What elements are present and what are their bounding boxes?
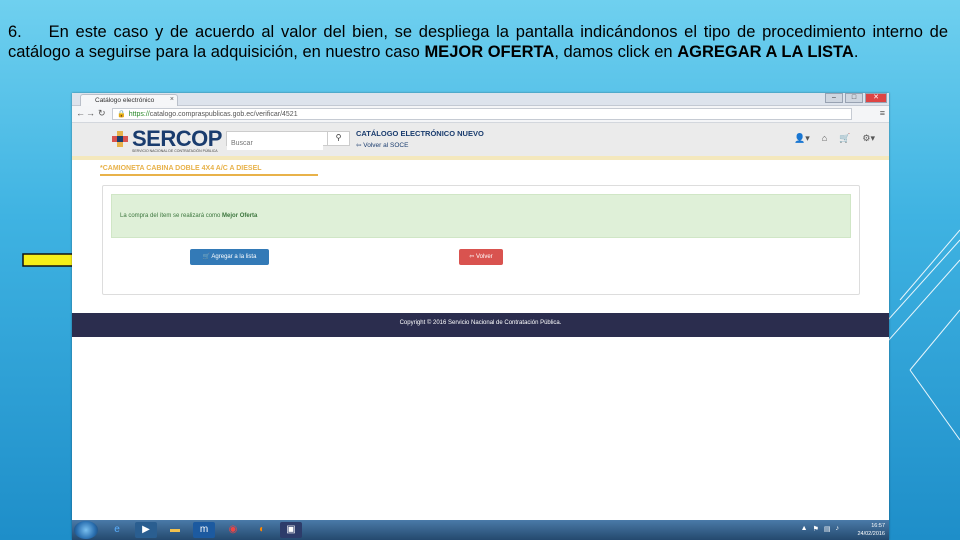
firefox-icon[interactable]: ◐ [251,522,273,538]
main-content: *CAMIONETA CABINA DOBLE 4X4 A/C A DIESEL… [72,161,889,313]
user-icon[interactable]: 👤▾ [794,133,810,144]
step-number: 6. [8,23,22,41]
alert-procedure-type: Mejor Oferta [222,213,258,219]
browser-menu-icon[interactable]: ≡ [880,108,885,118]
app-icon[interactable]: m [193,522,215,538]
internet-explorer-icon[interactable]: e [106,522,128,538]
page-blank-area [72,337,889,520]
presentation-icon[interactable]: ▣ [280,522,302,538]
browser-screenshot: Catálogo electrónico × – □ ✕ ← → ↻ 🔒 http… [72,93,889,540]
back-to-soce-label: Volver al SOCE [363,142,409,149]
url-input[interactable]: 🔒 https://catalogo.compraspublicas.gob.ec… [112,108,852,120]
cart-icon: 🛒 [202,254,211,260]
sercop-logo[interactable]: SERCOP SERVICIO NACIONAL DE CONTRATACIÓN… [112,126,232,156]
tab-bar: Catálogo electrónico × – □ ✕ [72,93,889,106]
taskbar-apps: e ▶ ▬ m ◉ ◐ ▣ [106,522,302,538]
back-button[interactable]: ⇦ Volver [459,249,503,265]
caption-highlight-1: MEJOR OFERTA [424,43,555,61]
back-to-soce-link[interactable]: ⇦ Volver al SOCE [356,141,408,149]
network-icon[interactable]: ▤ [824,525,831,533]
search-input[interactable] [227,137,323,150]
reload-icon[interactable]: ↻ [98,108,106,119]
cart-icon[interactable]: 🛒 [839,133,850,144]
caption-text-2: , damos click en [554,43,678,61]
site-footer: Copyright © 2016 Servicio Nacional de Co… [72,313,889,337]
maximize-button[interactable]: □ [845,93,863,103]
back-arrow-icon[interactable]: ← [76,108,85,118]
clock-date: 24/02/2016 [857,531,885,537]
decorative-lines [880,229,960,441]
caption-text-3: . [853,43,859,61]
caption-highlight-2: AGREGAR A LA LISTA [677,43,854,61]
tab-close-icon[interactable]: × [170,96,174,103]
clock-time: 16:57 [871,523,885,529]
flag-icon[interactable]: ⚑ [813,525,819,533]
minimize-button[interactable]: – [825,93,843,103]
window-controls: – □ ✕ [825,93,887,103]
start-button[interactable] [74,521,98,539]
logo-tagline: SERVICIO NACIONAL DE CONTRATACIÓN PÚBLIC… [132,149,218,153]
back-button-label: Volver [476,254,493,260]
search-icon[interactable]: ⚲ [327,132,349,145]
tab-title: Catálogo electrónico [95,97,155,104]
alert-text: La compra del ítem se realizará como [120,213,223,219]
add-to-list-button[interactable]: 🛒 Agregar a la lista [190,249,269,265]
header-icons: 👤▾ ⌂ 🛒 ⚙▾ [794,133,875,144]
url-scheme: https:// [128,111,150,118]
windows-taskbar: e ▶ ▬ m ◉ ◐ ▣ ▲ ⚑ ▤ ♪ 16:57 24/02/2016 [72,520,889,540]
forward-arrow-icon[interactable]: → [86,108,95,118]
browser-tab[interactable]: Catálogo electrónico × [80,94,178,106]
clock[interactable]: 16:57 24/02/2016 [857,522,885,538]
product-title: *CAMIONETA CABINA DOBLE 4X4 A/C A DIESEL [100,165,318,176]
gear-icon[interactable]: ⚙▾ [862,133,875,144]
arrow-left-icon: ⇦ [469,254,475,260]
folder-icon[interactable]: ▬ [164,522,186,538]
logo-cross-icon [112,131,128,147]
site-header: SERCOP SERVICIO NACIONAL DE CONTRATACIÓN… [72,123,889,160]
slide-caption: 6. En este caso y de acuerdo al valor de… [8,22,948,62]
address-bar-row: ← → ↻ 🔒 https://catalogo.compraspublicas.… [72,106,889,123]
catalog-title: CATÁLOGO ELECTRÓNICO NUEVO [356,129,484,138]
procedure-panel: La compra del ítem se realizará como Mej… [102,185,860,295]
system-tray: ▲ ⚑ ▤ ♪ [801,525,839,533]
chrome-icon[interactable]: ◉ [222,522,244,538]
procedure-alert: La compra del ítem se realizará como Mej… [111,194,851,238]
volume-icon[interactable]: ♪ [836,525,840,533]
add-to-list-label: Agregar a la lista [211,254,257,260]
close-window-button[interactable]: ✕ [865,93,887,103]
tray-arrow-icon[interactable]: ▲ [801,525,808,533]
home-icon[interactable]: ⌂ [822,133,827,144]
lock-icon: 🔒 [117,111,126,118]
url-path: catalogo.compraspublicas.gob.ec/verifica… [149,111,298,118]
search-box: ⚲ [226,131,350,150]
media-player-icon[interactable]: ▶ [135,522,157,538]
